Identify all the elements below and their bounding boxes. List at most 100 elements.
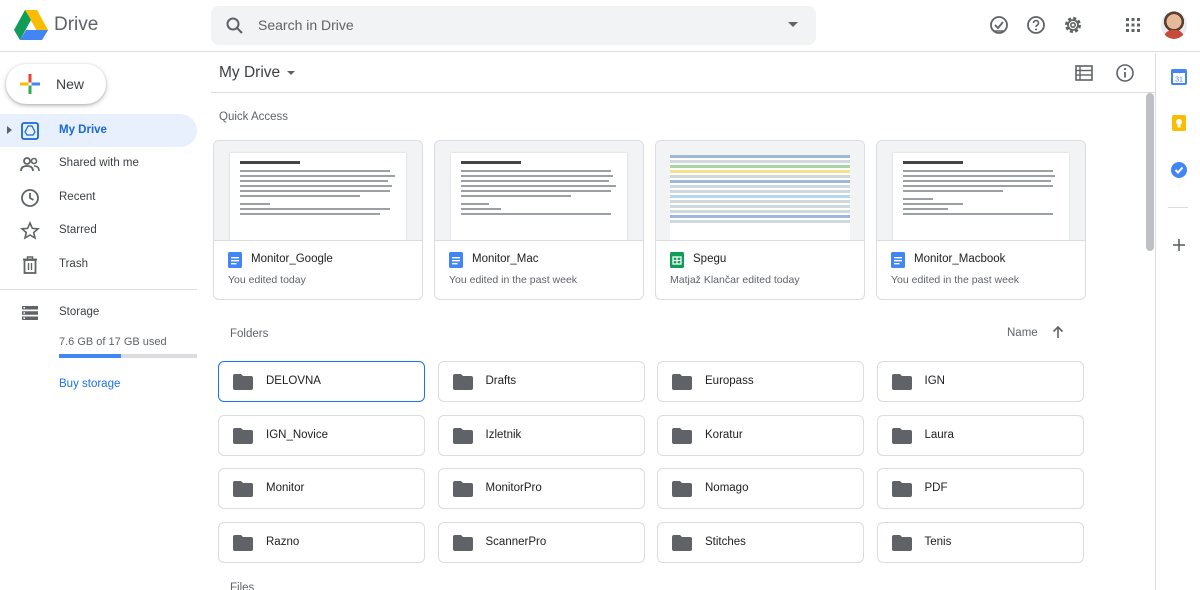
- folder-icon: [891, 374, 912, 390]
- folder-name: IGN: [924, 375, 945, 387]
- folder-name: Tenis: [924, 535, 952, 548]
- add-addon-icon[interactable]: [1171, 237, 1187, 253]
- apps-grid-icon[interactable]: [1122, 14, 1144, 36]
- file-title: Monitor_Macbook: [914, 253, 1006, 265]
- top-bar: Drive Search in Drive: [0, 0, 1200, 52]
- folder-icon: [452, 427, 473, 444]
- folder-tile[interactable]: IGN_Novice: [218, 414, 425, 456]
- folder-icon: [233, 481, 253, 497]
- buy-storage-link[interactable]: Buy storage: [59, 378, 120, 390]
- folder-icon: [452, 481, 473, 497]
- settings-icon[interactable]: [1062, 14, 1084, 36]
- tasks-icon[interactable]: [1171, 162, 1187, 178]
- clock-icon: [21, 189, 39, 207]
- folder-tile[interactable]: Tenis: [876, 521, 1084, 563]
- file-thumbnail: [877, 141, 1085, 241]
- folder-tile[interactable]: Nomago: [657, 468, 864, 509]
- list-view-icon[interactable]: [1075, 65, 1093, 81]
- file-title: Spegu: [693, 253, 727, 265]
- folder-tile[interactable]: Stitches: [657, 521, 864, 563]
- file-thumbnail: [656, 141, 864, 241]
- storage-usage-text: 7.6 GB of 17 GB used: [59, 336, 167, 348]
- breadcrumb[interactable]: My Drive: [219, 64, 280, 82]
- calendar-icon[interactable]: 31: [1171, 69, 1187, 85]
- folder-icon: [452, 374, 473, 390]
- avatar[interactable]: [1161, 11, 1187, 39]
- quick-access-card[interactable]: Monitor_Mac You edited in the past week: [434, 140, 644, 300]
- file-thumbnail: [214, 141, 422, 241]
- search-bar[interactable]: Search in Drive: [211, 6, 816, 45]
- quick-access-card[interactable]: Monitor_Macbook You edited in the past w…: [876, 140, 1086, 300]
- folder-icon: [452, 534, 473, 551]
- search-icon[interactable]: [225, 16, 245, 36]
- trash-icon: [23, 256, 37, 274]
- quick-access-card[interactable]: Monitor_Google You edited today: [213, 140, 423, 300]
- folder-icon: [233, 427, 253, 444]
- sidebar-item-my-drive[interactable]: My Drive: [0, 114, 197, 147]
- sidebar-item-recent[interactable]: Recent: [0, 181, 197, 214]
- folder-tile[interactable]: Izletnik: [437, 414, 645, 456]
- svg-text:31: 31: [1175, 77, 1183, 84]
- search-options-icon[interactable]: [788, 22, 798, 27]
- folder-name: Stitches: [705, 535, 746, 548]
- folder-tile[interactable]: Drafts: [437, 361, 645, 402]
- sidebar-item-label: My Drive: [59, 124, 107, 136]
- new-button[interactable]: New: [6, 64, 106, 104]
- drive-logo-icon[interactable]: [14, 10, 48, 40]
- folder-tile[interactable]: ScannerPro: [437, 521, 645, 563]
- sidebar-item-label: Starred: [59, 224, 97, 236]
- sort-by-name-button[interactable]: Name: [1007, 327, 1038, 339]
- folder-tile[interactable]: Razno: [218, 521, 425, 563]
- chevron-down-icon[interactable]: [287, 71, 295, 75]
- folder-tile[interactable]: Europass: [657, 361, 864, 402]
- offline-check-icon[interactable]: [988, 14, 1010, 36]
- search-input[interactable]: Search in Drive: [258, 17, 354, 33]
- file-thumbnail: [435, 141, 643, 241]
- folder-tile[interactable]: PDF: [876, 468, 1084, 509]
- folder-icon: [891, 481, 912, 497]
- folder-name: Laura: [924, 428, 954, 441]
- folder-name: Europass: [705, 375, 754, 387]
- folders-heading: Folders: [230, 328, 269, 340]
- expand-arrow-icon[interactable]: [7, 126, 12, 134]
- sidebar-item-storage[interactable]: Storage: [0, 296, 197, 329]
- plus-icon: [20, 74, 40, 94]
- keep-icon[interactable]: [1171, 115, 1187, 131]
- sidebar-item-label: Shared with me: [59, 157, 139, 169]
- google-docs-icon: [449, 252, 463, 268]
- folder-name: ScannerPro: [485, 535, 547, 548]
- sidebar-item-label: Storage: [59, 306, 100, 318]
- folder-name: Izletnik: [485, 428, 522, 441]
- google-docs-icon: [228, 252, 242, 268]
- folder-tile[interactable]: DELOVNA: [218, 361, 425, 402]
- star-icon: [20, 221, 40, 240]
- main-scrollbar[interactable]: [1146, 93, 1154, 251]
- sidebar-item-trash[interactable]: Trash: [0, 248, 197, 281]
- quick-access-heading: Quick Access: [219, 111, 289, 123]
- sort-ascending-arrow-icon[interactable]: [1051, 325, 1065, 339]
- folder-tile[interactable]: Monitor: [218, 468, 425, 509]
- help-icon[interactable]: [1025, 14, 1047, 36]
- side-panel: 31: [1155, 53, 1200, 590]
- folder-icon: [672, 427, 692, 444]
- files-heading: Files: [230, 582, 255, 590]
- main-toolbar: My Drive: [211, 53, 1155, 93]
- main-content: My Drive Quick Access Monitor_Google You…: [211, 53, 1155, 590]
- folder-name: IGN_Novice: [266, 428, 328, 441]
- info-icon[interactable]: [1115, 63, 1135, 83]
- folder-tile[interactable]: Laura: [876, 414, 1084, 456]
- quick-access-card[interactable]: Spegu Matjaž Klančar edited today: [655, 140, 865, 300]
- sidebar-item-label: Trash: [59, 258, 88, 270]
- folder-name: DELOVNA: [266, 375, 321, 387]
- folder-name: MonitorPro: [485, 482, 542, 494]
- folder-tile[interactable]: Koratur: [657, 414, 864, 456]
- folder-tile[interactable]: IGN: [876, 361, 1084, 402]
- folder-icon: [233, 534, 253, 551]
- side-panel-divider: [1168, 207, 1188, 208]
- sidebar-item-starred[interactable]: Starred: [0, 214, 197, 247]
- folder-icon: [672, 534, 692, 551]
- sidebar-item-label: Recent: [59, 191, 96, 203]
- sidebar-item-shared-with-me[interactable]: Shared with me: [0, 147, 197, 180]
- new-button-label: New: [56, 76, 85, 92]
- folder-tile[interactable]: MonitorPro: [437, 468, 645, 509]
